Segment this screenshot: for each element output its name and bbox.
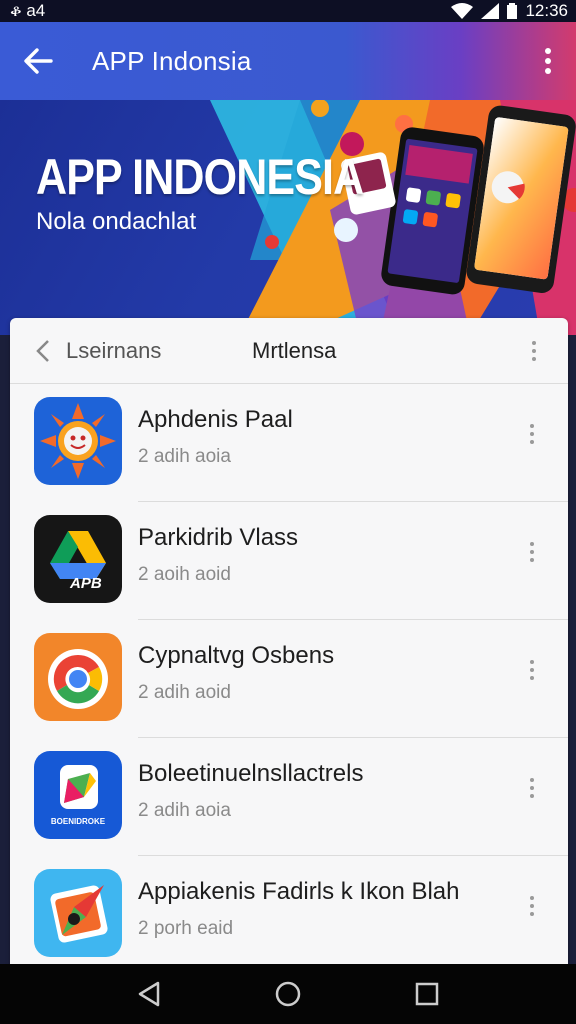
- more-vert-dot: [530, 550, 534, 554]
- more-vert-dot: [530, 786, 534, 790]
- app-text: Cypnaltvg Osbens 2 adih aoid: [138, 642, 334, 704]
- more-vert-dot: [530, 432, 534, 436]
- status-left: ቆ a4: [10, 1, 45, 21]
- more-vert-dot: [530, 904, 534, 908]
- app-meta: 2 porh eaid: [138, 918, 234, 939]
- more-vert-icon: [530, 778, 534, 782]
- signal-icon: [481, 3, 500, 19]
- more-vert-dot: [530, 668, 534, 672]
- more-vert-dot: [532, 356, 536, 361]
- item-more-button[interactable]: [512, 542, 552, 562]
- app-name: Parkidrib Vlass: [138, 524, 299, 551]
- app-name: Boleetinuelnsllactrels: [138, 760, 364, 787]
- app-text: Aphdenis Paal 2 adih aoia: [138, 406, 293, 468]
- list-item[interactable]: Aphdenis Paal 2 adih aoia: [10, 384, 568, 502]
- app-meta: 2 aoih aoid: [138, 564, 231, 585]
- item-more-button[interactable]: [512, 778, 552, 798]
- arrow-left-icon: [24, 48, 53, 74]
- item-more-button[interactable]: [512, 424, 552, 444]
- battery-icon: [507, 3, 518, 19]
- nav-back-button[interactable]: [137, 981, 161, 1007]
- list-item[interactable]: Appiakenis Fadirls k Ikon Blah 2 porh ea…: [10, 856, 568, 968]
- system-nav-bar: [0, 964, 576, 1024]
- app-name: Aphdenis Paal: [138, 406, 293, 433]
- app-text: Appiakenis Fadirls k Ikon Blah 2 porh ea…: [138, 878, 460, 940]
- chevron-left-icon: [36, 339, 49, 362]
- status-time: 12:36: [525, 1, 568, 20]
- item-more-button[interactable]: [512, 660, 552, 680]
- more-vert-dot: [530, 440, 534, 444]
- app-icon-label: BOENIDROKE: [50, 817, 106, 826]
- more-vert-icon: [545, 48, 551, 74]
- app-meta: 2 adih aoia: [138, 800, 231, 821]
- app-icon-label: APB: [70, 575, 102, 592]
- status-right: 12:36: [451, 1, 568, 21]
- more-vert-icon: [532, 340, 536, 345]
- more-vert-icon: [530, 424, 534, 428]
- more-vert-icon: [530, 896, 534, 900]
- banner-title: APP INDONESIA: [36, 149, 364, 205]
- header-more-button[interactable]: [514, 340, 554, 361]
- wifi-icon: [451, 3, 474, 19]
- circle-home-icon: [275, 981, 301, 1007]
- more-vert-icon: [530, 660, 534, 664]
- status-bar: ቆ a4 12:36: [0, 0, 576, 22]
- more-vert-dot: [532, 348, 536, 353]
- nav-home-button[interactable]: [274, 980, 302, 1008]
- app-bar-title: APP Indonsia: [92, 45, 252, 76]
- app-name: Appiakenis Fadirls k Ikon Blah: [138, 878, 460, 905]
- overflow-menu-button[interactable]: [520, 22, 576, 100]
- app-meta: 2 adih aoid: [138, 682, 231, 703]
- app-icon-sun: [34, 397, 122, 485]
- app-icon-compass: [34, 869, 122, 957]
- app-name: Cypnaltvg Osbens: [138, 642, 335, 669]
- banner-subtitle: Nola ondachlat: [36, 208, 197, 235]
- list-header: Lseirnans Mrtlensa: [10, 318, 568, 384]
- app-text: Parkidrib Vlass 2 aoih aoid: [138, 524, 298, 586]
- tab-left[interactable]: Lseirnans: [66, 338, 246, 364]
- app-bar: APP Indonsia: [0, 22, 576, 100]
- more-vert-dot: [530, 558, 534, 562]
- list-item[interactable]: Cypnaltvg Osbens 2 adih aoid: [10, 620, 568, 738]
- list-item[interactable]: APB Parkidrib Vlass 2 aoih aoid: [10, 502, 568, 620]
- app-icon-drive: APB: [34, 515, 122, 603]
- back-button[interactable]: [0, 22, 76, 100]
- tab-right[interactable]: Mrtlensa: [252, 338, 514, 364]
- square-recents-icon: [416, 982, 439, 1006]
- app-icon-chrome: [34, 633, 122, 721]
- app-meta: 2 adih aoia: [138, 446, 231, 467]
- triangle-back-icon: [138, 981, 159, 1007]
- app-list-card: Lseirnans Mrtlensa Aphdenis Paal 2 adih …: [10, 318, 568, 968]
- more-vert-dot: [530, 676, 534, 680]
- promo-banner: APP INDONESIA Nola ondachlat: [0, 100, 576, 335]
- app-icon-shield: BOENIDROKE: [34, 751, 122, 839]
- status-notification-text: ቆ a4: [10, 1, 46, 20]
- app-text: Boleetinuelnsllactrels 2 adih aoia: [138, 760, 363, 822]
- more-vert-dot: [530, 912, 534, 916]
- nav-recents-button[interactable]: [415, 982, 439, 1006]
- chevron-left-button[interactable]: [20, 339, 66, 363]
- more-vert-dot: [530, 794, 534, 798]
- item-more-button[interactable]: [512, 896, 552, 916]
- list-item[interactable]: BOENIDROKE Boleetinuelnsllactrels 2 adih…: [10, 738, 568, 856]
- more-vert-icon: [530, 542, 534, 546]
